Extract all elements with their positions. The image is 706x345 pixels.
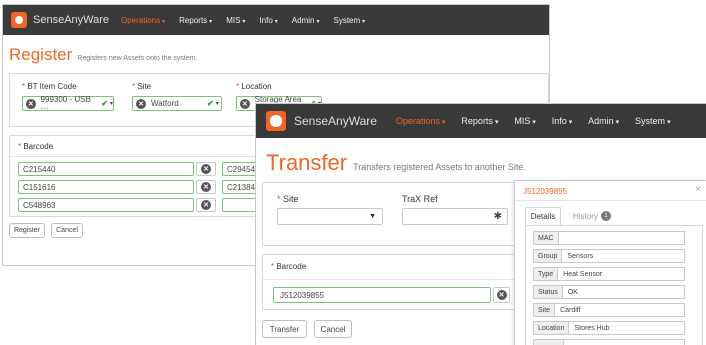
site-label: * Site <box>132 82 152 91</box>
site-select[interactable]: ▼ <box>277 208 383 225</box>
nav-system[interactable]: System ▾ <box>635 116 670 126</box>
nav-admin[interactable]: Admin ▾ <box>588 116 619 126</box>
barcode-clear-button[interactable]: ✕ <box>196 180 216 194</box>
nav-info[interactable]: Info ▾ <box>259 16 277 25</box>
page-subtitle: Transfers registered Assets to another S… <box>353 162 526 172</box>
barcode-input[interactable]: C548963 <box>18 198 194 212</box>
nav-info[interactable]: Info ▾ <box>552 116 572 126</box>
detail-row-site: Site Cardiff <box>533 303 685 317</box>
page-title: Register <box>9 45 73 64</box>
asterisk-icon: ✱ <box>493 211 502 222</box>
barcode-clear-button[interactable]: ✕ <box>196 198 216 212</box>
asset-details-popup: J512039855 × Details History 1 MAC Group… <box>514 180 706 345</box>
detail-row-mac: MAC <box>533 231 685 245</box>
popup-title: J512039855 <box>523 187 568 196</box>
barcode-clear-button[interactable]: ✕ <box>196 162 216 176</box>
nav-admin[interactable]: Admin ▾ <box>292 16 320 25</box>
page-title: Transfer <box>266 150 348 175</box>
cancel-button[interactable]: Cancel <box>51 223 83 238</box>
barcode-input[interactable]: C151616 <box>18 180 194 194</box>
detail-row-location: Location Stores Hub <box>533 321 685 335</box>
popup-header: J512039855 × <box>515 181 706 201</box>
page-subtitle: Registers new Assets onto the system. <box>77 55 198 62</box>
brand-logo-icon <box>266 111 286 131</box>
clear-icon[interactable]: ✕ <box>201 164 211 174</box>
nav-reports[interactable]: Reports ▾ <box>461 116 498 126</box>
site-label: * Site <box>277 194 299 204</box>
check-icon: ✔ <box>101 99 108 108</box>
register-navbar: SenseAnyWare Operations ▾ Reports ▾ MIS ▾ I… <box>3 5 549 35</box>
barcode-label: * Barcode <box>271 262 307 271</box>
detail-row-partial <box>533 339 685 345</box>
clear-icon[interactable]: ✕ <box>201 200 211 210</box>
nav-mis[interactable]: MIS ▾ <box>226 16 245 25</box>
clear-icon[interactable]: ✕ <box>201 182 211 192</box>
tab-details[interactable]: Details <box>525 207 561 225</box>
chevron-down-icon: ▾ <box>109 101 113 107</box>
register-button[interactable]: Register <box>9 223 45 238</box>
clear-icon[interactable]: ✕ <box>496 290 507 300</box>
barcode-input[interactable]: C215440 <box>18 162 194 176</box>
barcode-clear-button[interactable]: ✕ <box>493 287 510 303</box>
register-header: Register Registers new Assets onto the s… <box>9 45 198 65</box>
brand-name: SenseAnyWare <box>294 114 377 128</box>
trax-ref-label: TraX Ref <box>402 194 438 204</box>
nav-operations[interactable]: Operations ▾ <box>396 116 445 126</box>
brand-name: SenseAnyWare <box>33 14 110 26</box>
chevron-down-icon: ▼ <box>369 213 376 220</box>
trax-ref-input[interactable]: ✱ <box>402 208 508 225</box>
history-count-badge: 1 <box>600 211 611 221</box>
check-icon: ✔ <box>207 99 214 108</box>
nav-system[interactable]: System ▾ <box>334 16 366 25</box>
transfer-window: SenseAnyWare Operations ▾ Reports ▾ MIS ▾ I… <box>255 103 706 345</box>
location-label: * Location <box>236 82 272 91</box>
barcode-input[interactable]: J512039855 <box>273 287 491 303</box>
transfer-navbar: SenseAnyWare Operations ▾ Reports ▾ MIS ▾ I… <box>256 104 706 138</box>
nav-mis[interactable]: MIS ▾ <box>514 116 535 126</box>
tab-history[interactable]: History 1 <box>573 211 611 221</box>
clear-icon[interactable]: ✕ <box>26 98 36 109</box>
cancel-button[interactable]: Cancel <box>314 320 352 338</box>
transfer-header: Transfer Transfers registered Assets to … <box>266 150 526 176</box>
brand-logo-icon <box>11 12 27 28</box>
detail-row-type: Type Heat Sensor <box>533 267 685 281</box>
chevron-down-icon: ▾ <box>215 101 219 107</box>
close-icon[interactable]: × <box>695 184 701 195</box>
bt-item-code-select[interactable]: ✕ 999300 - USB ··· ✔ ▾ <box>22 95 114 113</box>
clear-icon[interactable]: ✕ <box>136 98 146 109</box>
detail-row-group: Group Sensors <box>533 249 685 263</box>
transfer-button[interactable]: Transfer <box>262 320 307 338</box>
clear-icon[interactable]: ✕ <box>240 98 250 109</box>
site-select[interactable]: ✕ Watford ✔ ▾ <box>132 96 222 111</box>
barcode-label: * Barcode <box>18 142 54 151</box>
nav-reports[interactable]: Reports ▾ <box>179 16 212 25</box>
detail-row-status: Status OK <box>533 285 685 299</box>
nav-operations[interactable]: Operations ▾ <box>121 16 165 25</box>
bt-item-code-label: * BT Item Code <box>22 82 77 91</box>
